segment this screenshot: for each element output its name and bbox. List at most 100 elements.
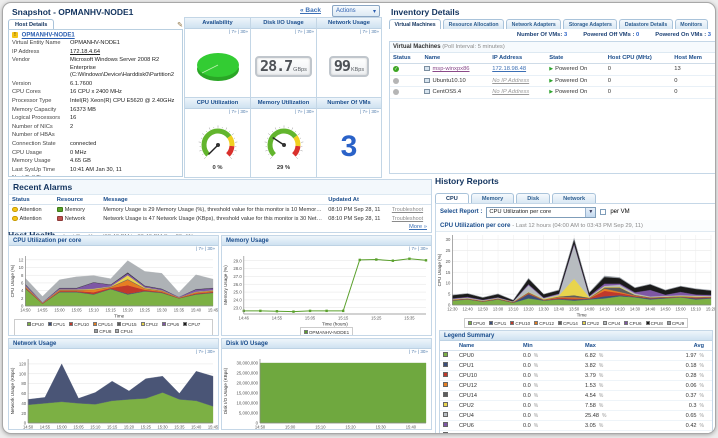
series-min: 0.0% <box>520 381 582 391</box>
series-min: 0.0% <box>520 431 582 435</box>
network-usage-title: Network Usage <box>317 18 381 29</box>
availability-pie-icon <box>193 49 243 85</box>
tab-datastore-details[interactable]: Datastore Details <box>619 19 672 29</box>
tab-network-adapters[interactable]: Network Adapters <box>506 19 561 29</box>
legend-summary-row: CPU0 0.0% 6.82% 1.97% <box>440 351 712 361</box>
svg-text:15:10: 15:10 <box>691 307 702 312</box>
vms-range-links[interactable]: | 7» | 30» <box>317 109 381 116</box>
series-color-swatch <box>443 362 448 367</box>
back-link[interactable]: « Back <box>300 7 321 14</box>
series-avg: 0.65% <box>658 411 712 421</box>
network-value: 99 <box>334 60 350 73</box>
per-vm-label: per VM <box>610 209 629 215</box>
svg-text:Network Usage (KBps): Network Usage (KBps) <box>10 367 15 414</box>
field-value[interactable]: 172.18.4.64 <box>70 49 179 56</box>
svg-text:5,000,000: 5,000,000 <box>239 411 259 416</box>
host-health-charts: CPU Utilization per core | 7» | 30» 0246… <box>8 235 434 430</box>
svg-text:15:30: 15:30 <box>157 308 168 313</box>
memory-range-links[interactable]: | 7» | 30» <box>251 109 316 116</box>
svg-text:Time (hours): Time (hours) <box>322 322 348 327</box>
field-label: Virtual Entity Name <box>12 40 70 47</box>
chart-legend-item: CPU2 <box>141 321 158 328</box>
history-tab-network[interactable]: Network <box>552 193 596 203</box>
disk-chart-range-links[interactable]: | 7» | 30» <box>222 349 431 356</box>
cpu-gauge-value: 0 % <box>213 165 223 171</box>
series-avg: 0.18% <box>658 361 712 371</box>
svg-text:15:40: 15:40 <box>191 308 202 313</box>
tab-host-details[interactable]: Host Details <box>8 19 54 29</box>
vm-name-link[interactable]: msp-winxpx86 <box>432 66 469 72</box>
vm-name-link[interactable]: Ubuntu10.10 <box>432 78 465 84</box>
tab-monitors[interactable]: Monitors <box>675 19 708 29</box>
vm-status-icon <box>393 89 399 95</box>
network-range-links[interactable]: | 7» | 30» <box>317 29 381 36</box>
series-avg: 1.97% <box>658 351 712 361</box>
series-name: CPU4 <box>456 411 520 421</box>
field-label: Connection State <box>12 141 70 148</box>
network-chart-range-links[interactable]: | 7» | 30» <box>9 349 218 356</box>
series-name: CPU1 <box>456 361 520 371</box>
recent-alarms-title: Recent Alarms <box>9 180 431 195</box>
host-field-row: VendorMicrosoft Windows Server 2008 R2 E… <box>12 57 179 80</box>
memory-utilization-panel: Memory Utilization | 7» | 30» 29 % <box>250 97 317 178</box>
network-usage-chart-panel: Network Usage | 7» | 30» 020406080100120… <box>8 338 219 430</box>
cpu-chart-range-links[interactable]: | 7» | 30» <box>9 246 218 253</box>
svg-text:15:25: 15:25 <box>140 308 151 313</box>
memory-utilization-title: Memory Utilization <box>251 98 316 109</box>
report-select[interactable]: CPU Utilization per core ▼ <box>486 207 596 218</box>
vm-count-summary: Number Of VMs: 3 <box>517 32 567 38</box>
alarm-updated-at: 08:10 PM Sep 28, 11 <box>325 214 389 223</box>
legend-column-header: Name <box>456 341 520 351</box>
more-alarms-link[interactable]: More » <box>409 224 427 230</box>
troubleshoot-link[interactable]: Troubleshoot <box>392 207 423 213</box>
actions-label: Actions <box>336 8 356 14</box>
troubleshoot-link[interactable]: Troubleshoot <box>392 216 423 222</box>
chart-legend-item: CPU7 <box>183 321 200 328</box>
vm-name-link[interactable]: CentOS5.4 <box>432 89 461 95</box>
tab-virtual-machines[interactable]: Virtual Machines <box>389 19 441 29</box>
field-label: Memory Usage <box>12 158 70 165</box>
vm-table-row: Ubuntu10.10 No IP Address ▶Powered On 0 … <box>390 75 716 87</box>
legend-column-header: Max <box>582 341 658 351</box>
series-color-swatch <box>443 422 448 427</box>
svg-text:12:30: 12:30 <box>447 307 458 312</box>
series-color-swatch <box>443 432 448 434</box>
edit-icon[interactable]: ✎ <box>177 21 183 29</box>
poll-interval: (Poll Interval: 5 minutes) <box>442 44 505 50</box>
vm-host-cpu: 0 <box>605 75 672 87</box>
history-tab-disk[interactable]: Disk <box>516 193 550 203</box>
disk-io-range-links[interactable]: | 7» | 30» <box>251 29 316 36</box>
history-tab-cpu[interactable]: CPU <box>435 193 469 203</box>
svg-text:20: 20 <box>21 411 26 416</box>
vm-count-summary: Powered Off VMs : 0 <box>583 32 639 38</box>
history-tab-memory[interactable]: Memory <box>471 193 514 203</box>
svg-text:15:05: 15:05 <box>73 425 84 430</box>
vm-ip-link[interactable]: 172.18.98.48 <box>492 66 526 72</box>
svg-text:15:10: 15:10 <box>90 425 101 430</box>
svg-text:20,000,000: 20,000,000 <box>236 381 258 386</box>
chart-legend-item: CPU1 <box>489 320 506 327</box>
cpu-range-links[interactable]: | 7» | 30» <box>185 109 250 116</box>
series-max: 4.54% <box>582 391 658 401</box>
per-vm-checkbox[interactable] <box>600 209 606 215</box>
tab-resource-allocation[interactable]: Resource Allocation <box>443 19 504 29</box>
field-label: Version <box>12 81 70 88</box>
svg-text:26.0: 26.0 <box>233 282 242 287</box>
chart-legend-item: CPU0 <box>468 320 485 327</box>
svg-text:25,000,000: 25,000,000 <box>236 371 258 376</box>
tab-storage-adapters[interactable]: Storage Adapters <box>563 19 617 29</box>
entity-link[interactable]: OPMANHV-NODE1 <box>22 33 75 39</box>
legend-summary-panel: Legend Summary NameMinMaxAvg CPU0 0.0% 6… <box>439 330 713 434</box>
host-field-row: Next Poll Time <box>12 175 179 177</box>
actions-dropdown[interactable]: Actions ▾ <box>332 5 380 17</box>
legend-summary-row: CPU4 0.0% 25.48% 0.65% <box>440 411 712 421</box>
chart-legend-item: CPU2 <box>582 320 599 327</box>
svg-text:14:40: 14:40 <box>645 307 656 312</box>
vm-host-cpu: 0 <box>605 87 672 99</box>
svg-text:15:05: 15:05 <box>305 316 316 321</box>
chart-legend-item: OPMANHV-NODE1 <box>304 329 349 336</box>
availability-range-links[interactable]: | 7» | 30» <box>185 29 250 36</box>
memory-chart-range-links[interactable]: | 7» | 30» <box>222 246 431 253</box>
svg-text:15:30: 15:30 <box>157 425 168 430</box>
svg-text:14:50: 14:50 <box>255 425 266 430</box>
